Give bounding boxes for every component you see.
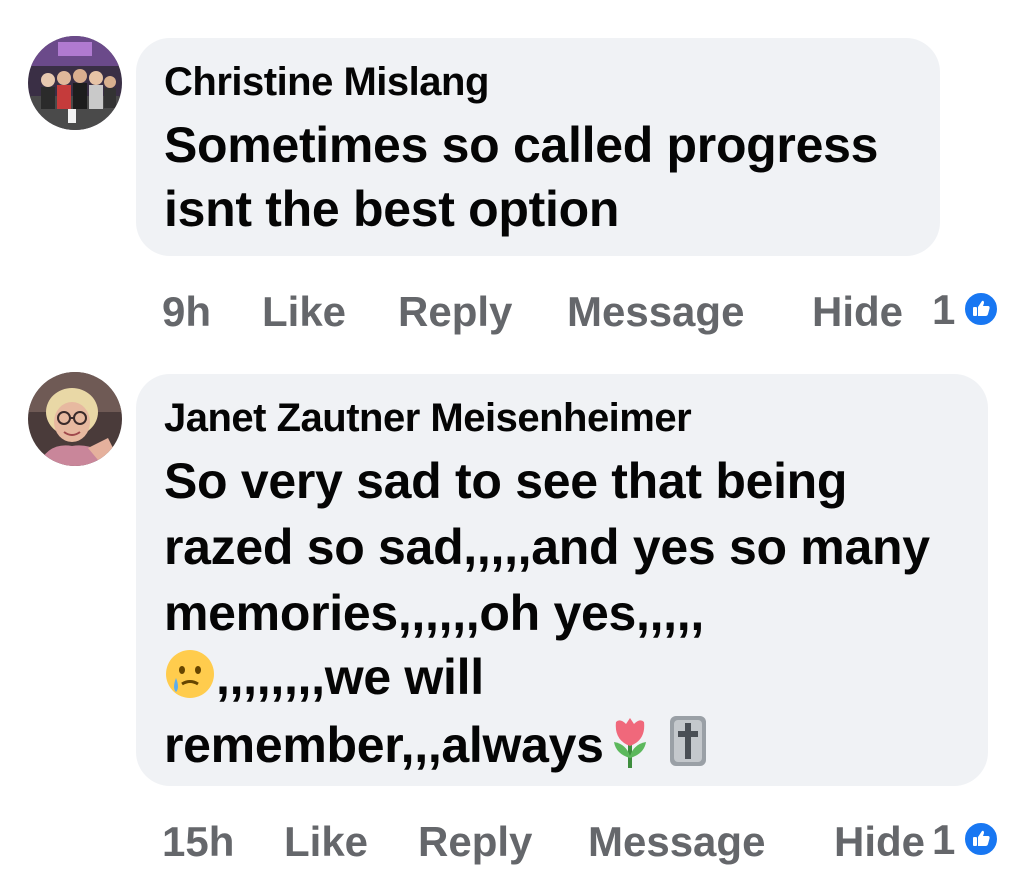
comment-text: ,,,,,,,,we will <box>216 649 484 705</box>
reply-button[interactable]: Reply <box>418 818 532 866</box>
like-button[interactable]: Like <box>262 288 346 336</box>
comment-timestamp[interactable]: 15h <box>162 818 234 866</box>
cross-emoji <box>668 714 708 780</box>
message-button[interactable]: Message <box>588 818 765 866</box>
comment-text-line: memories,,,,,,oh yes,,,,, <box>164 585 704 641</box>
crying-face-emoji <box>164 648 216 712</box>
hide-button[interactable]: Hide <box>812 288 903 336</box>
thumbs-up-icon[interactable] <box>962 290 1000 328</box>
comment-text-line: Sometimes so called progress <box>164 117 879 173</box>
comment-text-line-with-emoji: ,,,,,,,,we will <box>164 648 484 712</box>
comment-author[interactable]: Christine Mislang <box>164 60 489 105</box>
comment-text-line: razed so sad,,,,,and yes so many <box>164 519 930 575</box>
hide-button[interactable]: Hide <box>834 818 925 866</box>
comment-text-line: isnt the best option <box>164 181 620 237</box>
reaction-count[interactable]: 1 <box>932 286 955 334</box>
message-button[interactable]: Message <box>567 288 744 336</box>
like-button[interactable]: Like <box>284 818 368 866</box>
thumbs-up-icon[interactable] <box>962 820 1000 858</box>
avatar[interactable] <box>28 372 122 466</box>
reaction-count[interactable]: 1 <box>932 816 955 864</box>
comment-text-line: So very sad to see that being <box>164 453 848 509</box>
avatar[interactable] <box>28 36 122 130</box>
comment-author[interactable]: Janet Zautner Meisenheimer <box>164 396 692 441</box>
tulip-emoji <box>604 714 656 780</box>
comment-text-line-with-emoji: remember,,,always <box>164 714 708 780</box>
avatar-photo <box>28 372 122 466</box>
comment-timestamp[interactable]: 9h <box>162 288 211 336</box>
comment-text: remember,,,always <box>164 717 604 773</box>
reply-button[interactable]: Reply <box>398 288 512 336</box>
avatar-photo <box>28 36 122 130</box>
